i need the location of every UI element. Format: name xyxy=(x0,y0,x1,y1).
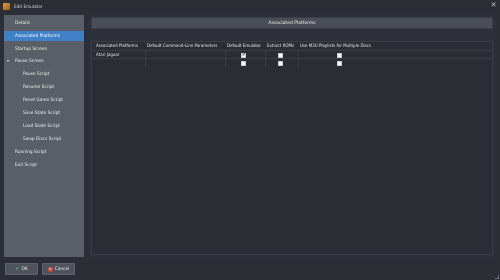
sidebar-item-pause-screen[interactable]: ▾ Pause Screen xyxy=(4,56,84,66)
sidebar-item-label: Associated Platforms xyxy=(15,33,61,39)
use-m3u-checkbox[interactable] xyxy=(337,60,342,66)
cancel-icon: ✕ xyxy=(47,266,53,272)
sidebar-item-startup-screen[interactable]: Startup Screen xyxy=(4,44,84,54)
sidebar-item-label: Pause Script xyxy=(23,71,50,77)
collapse-toggle-icon[interactable]: ▾ xyxy=(7,56,9,66)
sidebar-item-resume-script[interactable]: Resume Script xyxy=(4,82,84,92)
sidebar-item-exit-script[interactable]: Exit Script xyxy=(4,160,84,170)
table-row[interactable] xyxy=(92,58,492,67)
main-panel: Associated Platforms Associated Platform… xyxy=(88,15,496,257)
sidebar-item-label: Swap Discs Script xyxy=(23,136,62,142)
extract-roms-checkbox[interactable] xyxy=(278,60,283,66)
use-m3u-checkbox[interactable] xyxy=(337,52,342,58)
panel-title: Associated Platforms xyxy=(268,20,316,26)
sidebar-item-label: Details xyxy=(15,20,30,26)
check-icon: ✔ xyxy=(242,52,246,58)
sidebar-item-label: Pause Screen xyxy=(15,58,44,64)
platforms-grid: Associated Platforms Default Command-Lin… xyxy=(91,41,493,255)
sidebar-item-save-state-script[interactable]: Save State Script xyxy=(4,108,84,118)
cell-divider xyxy=(145,59,146,67)
grid-header-row: Associated Platforms Default Command-Lin… xyxy=(92,42,492,50)
sidebar-item-label: Exit Script xyxy=(15,162,37,168)
sidebar-item-pause-script[interactable]: Pause Script xyxy=(4,69,84,79)
sidebar-item-label: Resume Script xyxy=(23,84,55,90)
sidebar-item-label: Running Script xyxy=(15,149,47,155)
column-header-default-emulator[interactable]: Default Emulator xyxy=(227,42,261,50)
sidebar-item-swap-discs-script[interactable]: Swap Discs Script xyxy=(4,134,84,144)
default-emulator-checkbox[interactable] xyxy=(241,60,246,66)
extract-roms-checkbox[interactable] xyxy=(278,52,283,58)
cell-divider xyxy=(225,59,226,67)
check-icon: ✔ xyxy=(15,266,20,272)
cell-divider xyxy=(265,59,266,67)
column-header-platforms[interactable]: Associated Platforms xyxy=(96,42,138,50)
sidebar-item-label: Startup Screen xyxy=(15,46,48,52)
panel-header: Associated Platforms xyxy=(91,17,493,29)
window-close-button[interactable]: ✕ xyxy=(489,1,498,10)
resize-grip-icon[interactable] xyxy=(495,275,499,279)
sidebar-item-associated-platforms[interactable]: Associated Platforms xyxy=(4,31,84,41)
sidebar-item-details[interactable]: Details xyxy=(4,18,84,28)
sidebar-item-running-script[interactable]: Running Script xyxy=(4,147,84,157)
table-row[interactable]: Atari Jaguar ✔ xyxy=(92,50,492,59)
title-bar: Edit Emulator ✕ xyxy=(0,0,500,12)
sidebar-item-load-state-script[interactable]: Load State Script xyxy=(4,121,84,131)
sidebar-item-label: Load State Script xyxy=(23,123,60,129)
ok-button[interactable]: ✔ OK xyxy=(5,263,38,275)
default-emulator-checkbox[interactable]: ✔ xyxy=(241,52,246,58)
column-header-use-m3u[interactable]: Use M3U Playlists for Multiple Discs xyxy=(300,42,371,50)
sidebar-item-label: Save State Script xyxy=(23,110,61,116)
window-title: Edit Emulator xyxy=(14,3,43,9)
ok-button-label: OK xyxy=(21,266,28,272)
column-header-extract-roms[interactable]: Extract ROMs xyxy=(267,42,294,50)
sidebar-item-label: Reset Game Script xyxy=(23,97,63,103)
sidebar: Details Associated Platforms Startup Scr… xyxy=(4,15,84,257)
sidebar-item-reset-game-script[interactable]: Reset Game Script xyxy=(4,95,84,105)
cancel-button[interactable]: ✕ Cancel xyxy=(42,263,75,275)
cell-divider xyxy=(298,59,299,67)
cancel-button-label: Cancel xyxy=(54,266,70,272)
app-icon xyxy=(3,2,10,10)
column-header-params[interactable]: Default Command-Line Parameters xyxy=(147,42,217,50)
